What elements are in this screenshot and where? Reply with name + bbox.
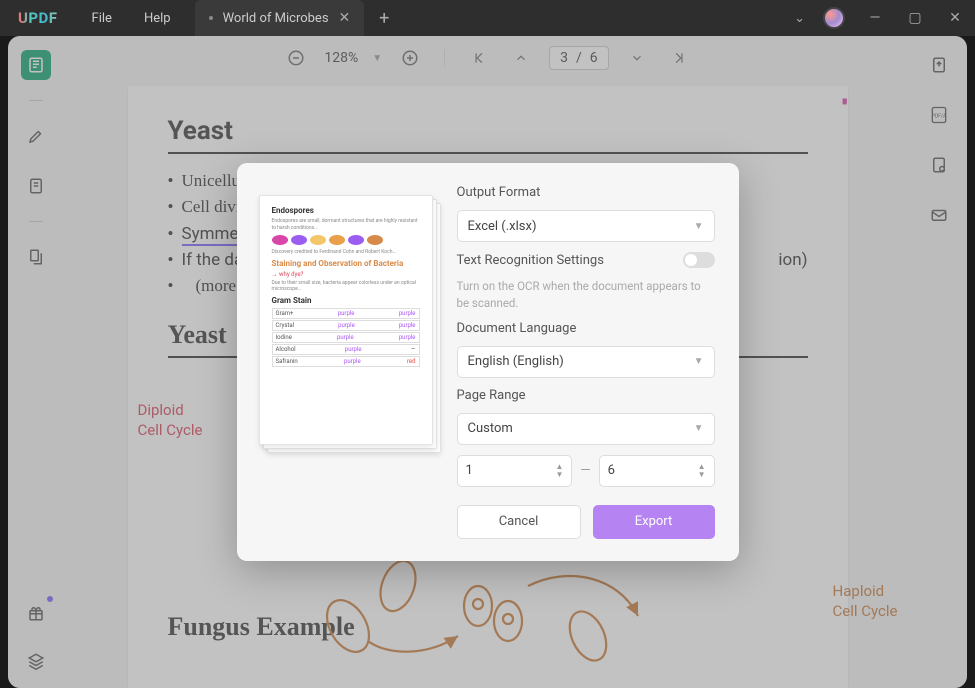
output-format-select[interactable]: Excel (.xlsx) ▼ — [457, 210, 715, 242]
ocr-label-row: Text Recognition Settings — [457, 252, 715, 268]
titlebar: UPDF File Help World of Microbes ✕ + ⌄ —… — [0, 0, 975, 36]
range-to-value: 6 — [608, 463, 615, 478]
close-window-button[interactable]: ✕ — [935, 0, 975, 36]
dialog-buttons: Cancel Export — [457, 505, 715, 539]
ocr-toggle[interactable] — [683, 252, 715, 268]
minimize-button[interactable]: — — [855, 0, 895, 36]
ocr-label: Text Recognition Settings — [457, 253, 604, 268]
language-value: English (English) — [468, 354, 564, 369]
language-select[interactable]: English (English) ▼ — [457, 346, 715, 378]
spinner-arrows-icon[interactable]: ▲▼ — [698, 463, 706, 479]
chevron-down-icon: ▼ — [694, 356, 704, 367]
range-from-input[interactable]: 1 ▲▼ — [457, 455, 573, 487]
tab-indicator-icon — [209, 16, 213, 20]
tabs-dropdown-icon[interactable]: ⌄ — [794, 11, 805, 26]
export-preview-thumbnail: Endospores Endospores are small, dormant… — [259, 195, 433, 445]
range-dash: — — [580, 463, 590, 478]
app-body: PDF/A 128% ▼ 3 / 6 Yeast′ ′ ′ Unicellu — [8, 36, 967, 688]
export-dialog: Endospores Endospores are small, dormant… — [237, 163, 739, 560]
page-range-select[interactable]: Custom ▼ — [457, 413, 715, 445]
language-label: Document Language — [457, 321, 715, 336]
output-format-value: Excel (.xlsx) — [468, 219, 537, 234]
chevron-down-icon: ▼ — [694, 221, 704, 232]
output-format-label: Output Format — [457, 185, 715, 200]
ocr-hint: Turn on the OCR when the document appear… — [457, 278, 715, 310]
menu-help[interactable]: Help — [128, 11, 187, 26]
document-tab[interactable]: World of Microbes ✕ — [195, 0, 365, 36]
export-form: Output Format Excel (.xlsx) ▼ Text Recog… — [457, 185, 715, 538]
maximize-button[interactable]: ▢ — [895, 0, 935, 36]
range-from-value: 1 — [466, 463, 473, 478]
page-range-label: Page Range — [457, 388, 715, 403]
window-controls: — ▢ ✕ — [855, 0, 975, 36]
add-tab-button[interactable]: + — [370, 8, 398, 29]
range-to-input[interactable]: 6 ▲▼ — [599, 455, 715, 487]
menu-file[interactable]: File — [76, 11, 128, 26]
page-range-value: Custom — [468, 421, 513, 436]
export-button[interactable]: Export — [593, 505, 715, 539]
chevron-down-icon: ▼ — [694, 423, 704, 434]
modal-overlay: Endospores Endospores are small, dormant… — [8, 36, 967, 688]
user-avatar[interactable] — [823, 7, 845, 29]
spinner-arrows-icon[interactable]: ▲▼ — [556, 463, 564, 479]
close-tab-icon[interactable]: ✕ — [339, 10, 351, 26]
app-logo: UPDF — [18, 9, 58, 27]
cancel-button[interactable]: Cancel — [457, 505, 581, 539]
page-range-inputs: 1 ▲▼ — 6 ▲▼ — [457, 455, 715, 487]
tab-title: World of Microbes — [223, 11, 329, 26]
